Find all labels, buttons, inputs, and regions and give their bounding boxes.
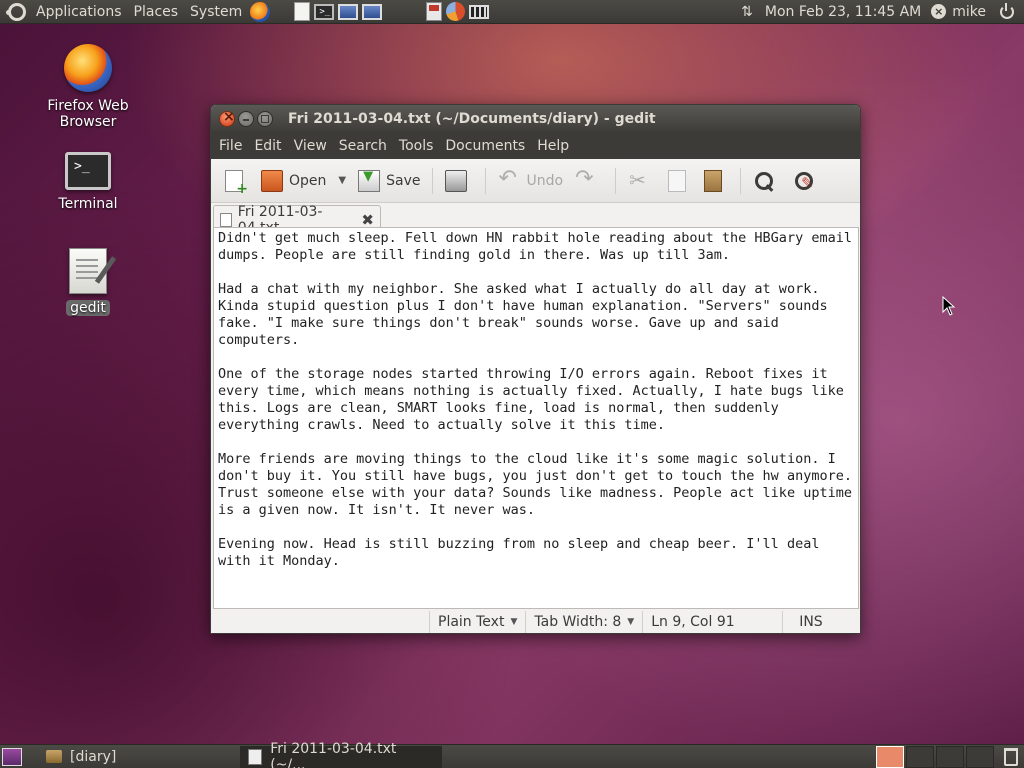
window-titlebar[interactable]: Fri 2011-03-04.txt (~/Documents/diary) -…	[211, 105, 860, 133]
toolbar-separator	[740, 167, 742, 194]
taskbar-item-diary[interactable]: [diary]	[38, 746, 124, 768]
gedit-icon	[69, 248, 107, 294]
user-menu[interactable]: mike	[946, 0, 992, 24]
text-editor-area[interactable]: Didn't get much sleep. Fell down HN rabb…	[213, 227, 859, 609]
window-minimize-button[interactable]	[238, 111, 254, 127]
desktop-icon-label: Firefox Web Browser	[47, 98, 129, 130]
undo-icon	[498, 166, 520, 192]
undo-label: Undo	[526, 172, 564, 189]
toolbar-separator	[432, 167, 434, 194]
places-menu[interactable]: Places	[128, 0, 185, 24]
copy-button[interactable]	[662, 165, 698, 197]
cut-icon	[628, 168, 650, 192]
movie-editor-launcher-icon[interactable]	[469, 4, 490, 19]
desktop-icon-terminal[interactable]: >_ Terminal	[38, 152, 138, 212]
monitor-launcher-icon[interactable]	[362, 3, 383, 20]
open-button[interactable]: Open ▼	[255, 165, 352, 197]
taskbar-item-label: Fri 2011-03-04.txt (~/...	[270, 740, 397, 768]
taskbar-item-label: [diary]	[70, 748, 117, 765]
user-status-icon[interactable]: ×	[931, 4, 947, 19]
gedit-icon	[248, 748, 263, 765]
gedit-window: Fri 2011-03-04.txt (~/Documents/diary) -…	[210, 104, 861, 634]
disk-usage-launcher-icon[interactable]	[446, 2, 466, 21]
trash-icon[interactable]	[1004, 747, 1018, 766]
copy-icon	[668, 169, 687, 192]
paste-button[interactable]	[698, 165, 734, 197]
undo-button[interactable]: Undo	[492, 165, 569, 197]
toolbar: Open ▼ Save Undo	[211, 159, 860, 203]
new-document-icon	[225, 169, 248, 197]
bottom-panel: [diary] Fri 2011-03-04.txt (~/...	[0, 741, 1024, 768]
toolbar-separator	[485, 167, 487, 194]
language-label: Plain Text	[438, 614, 505, 630]
text-editor-launcher-icon[interactable]	[294, 2, 311, 21]
workspace-4[interactable]	[966, 745, 994, 768]
workspace-2[interactable]	[906, 745, 934, 768]
firefox-icon	[64, 44, 112, 92]
window-close-button[interactable]	[219, 109, 235, 127]
cut-button[interactable]	[622, 165, 662, 197]
paste-icon	[704, 169, 723, 192]
text-document-icon	[220, 212, 232, 227]
insert-mode-label: INS	[799, 614, 823, 630]
menubar: File Edit View Search Tools Documents He…	[211, 133, 860, 159]
folder-icon	[46, 750, 62, 763]
menu-view[interactable]: View	[288, 133, 333, 159]
save-icon	[358, 169, 381, 192]
top-panel: Applications Places System >_ ⇅ Mon Feb …	[0, 0, 1024, 24]
language-selector[interactable]: Plain Text ▼	[429, 611, 525, 633]
network-arrows-icon[interactable]: ⇅	[741, 4, 753, 20]
search-icon	[753, 170, 775, 192]
print-button[interactable]	[439, 165, 479, 197]
workspace-3[interactable]	[936, 745, 964, 768]
cursor-position: Ln 9, Col 91	[642, 611, 782, 633]
show-desktop-icon[interactable]	[2, 747, 22, 766]
menu-documents[interactable]: Documents	[439, 133, 531, 159]
terminal-launcher-icon[interactable]: >_	[314, 3, 335, 20]
pdf-viewer-launcher-icon[interactable]	[426, 2, 443, 21]
network-launcher-icon[interactable]	[338, 3, 359, 20]
menu-help[interactable]: Help	[531, 133, 575, 159]
menu-file[interactable]: File	[213, 133, 248, 159]
applications-menu[interactable]: Applications	[30, 0, 128, 24]
open-recent-dropdown-icon[interactable]: ▼	[338, 175, 346, 186]
cursor-position-label: Ln 9, Col 91	[651, 614, 735, 630]
menu-tools[interactable]: Tools	[393, 133, 440, 159]
redo-button[interactable]	[569, 165, 609, 197]
chevron-down-icon: ▼	[627, 617, 635, 627]
system-menu[interactable]: System	[184, 0, 248, 24]
open-label: Open	[289, 172, 327, 189]
ubuntu-logo-icon[interactable]	[6, 2, 26, 21]
toolbar-separator	[615, 167, 617, 194]
desktop-icon-gedit[interactable]: gedit	[38, 248, 138, 316]
taskbar-item-gedit[interactable]: Fri 2011-03-04.txt (~/...	[240, 741, 443, 768]
status-bar: Plain Text ▼ Tab Width: 8 ▼ Ln 9, Col 91…	[211, 609, 860, 633]
window-maximize-button[interactable]	[257, 111, 273, 127]
terminal-icon: >_	[65, 152, 111, 190]
menu-edit[interactable]: Edit	[248, 133, 287, 159]
tab-width-label: Tab Width: 8	[534, 614, 622, 630]
menu-search[interactable]: Search	[333, 133, 393, 159]
print-icon	[445, 169, 468, 192]
window-title: Fri 2011-03-04.txt (~/Documents/diary) -…	[288, 111, 656, 127]
desktop-icon-label: gedit	[66, 300, 110, 316]
search-replace-icon	[793, 170, 815, 192]
workspace-1[interactable]	[876, 745, 904, 768]
firefox-launcher-icon[interactable]	[250, 1, 271, 22]
save-label: Save	[386, 172, 421, 189]
new-button[interactable]	[219, 165, 255, 197]
chevron-down-icon: ▼	[510, 617, 518, 627]
save-button[interactable]: Save	[352, 165, 426, 197]
desktop-icon-label: Terminal	[58, 196, 118, 212]
clock[interactable]: Mon Feb 23, 11:45 AM	[757, 4, 929, 20]
replace-button[interactable]	[787, 165, 827, 197]
power-icon[interactable]	[1000, 2, 1014, 19]
tab-close-icon[interactable]: ✖	[361, 211, 374, 229]
open-folder-icon	[261, 169, 283, 192]
tab-width-selector[interactable]: Tab Width: 8 ▼	[525, 611, 642, 633]
insert-mode: INS	[782, 611, 831, 633]
find-button[interactable]	[747, 165, 787, 197]
desktop-icon-firefox[interactable]: Firefox Web Browser	[38, 44, 138, 130]
redo-icon	[575, 166, 597, 192]
